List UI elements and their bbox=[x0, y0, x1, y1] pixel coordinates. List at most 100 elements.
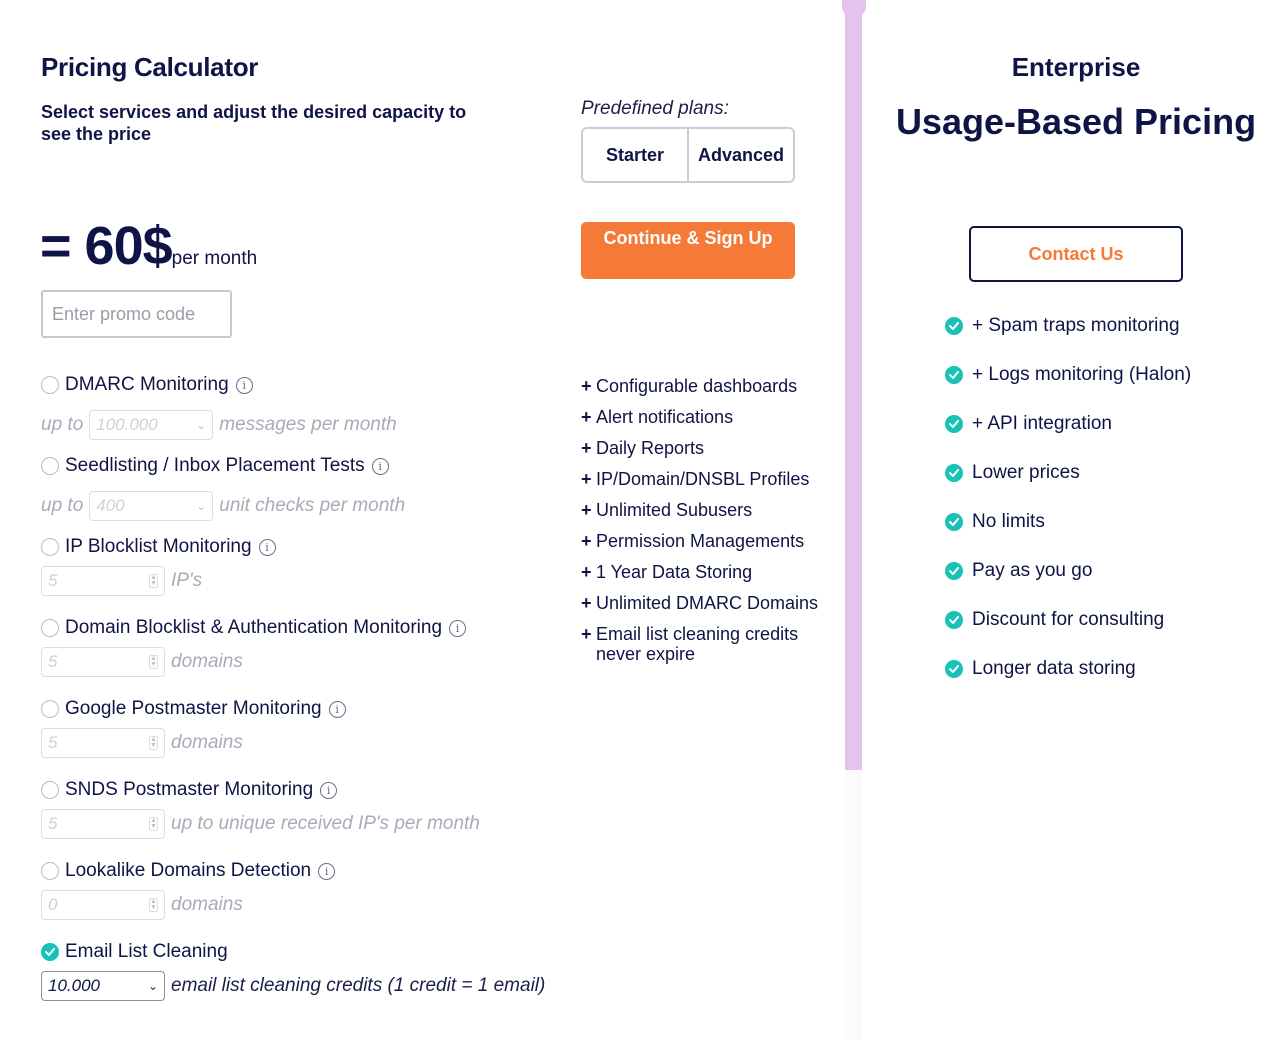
capacity-number-input[interactable]: 5 ▲ ▼ bbox=[41, 647, 165, 677]
feature-label: Configurable dashboards bbox=[596, 376, 798, 396]
check-circle-icon[interactable] bbox=[41, 943, 59, 961]
capacity-suffix: domains bbox=[171, 651, 243, 672]
predefined-plans-group: Starter Advanced bbox=[581, 127, 795, 183]
service-radio[interactable] bbox=[41, 862, 59, 880]
plus-icon: + bbox=[581, 469, 592, 489]
feature-list: + Configurable dashboards + Alert notificat… bbox=[581, 376, 821, 675]
plus-icon: + bbox=[581, 624, 592, 644]
info-icon[interactable]: i bbox=[320, 781, 338, 799]
chevron-down-icon: ⌄ bbox=[147, 979, 158, 993]
enterprise-benefit-item: No limits bbox=[945, 509, 1191, 535]
plan-starter-button[interactable]: Starter bbox=[583, 129, 687, 181]
plus-icon: + bbox=[581, 562, 592, 582]
service-item: Email List Cleaning 10.000 ⌄ email list cle… bbox=[41, 941, 545, 1001]
feature-label: Daily Reports bbox=[596, 438, 705, 458]
check-circle-icon bbox=[945, 611, 963, 629]
info-icon[interactable]: i bbox=[449, 619, 467, 637]
stepper-icon[interactable]: ▲ ▼ bbox=[149, 736, 158, 750]
info-icon[interactable]: i bbox=[328, 700, 346, 718]
feature-label: IP/Domain/DNSBL Profiles bbox=[596, 469, 810, 489]
capacity-select[interactable]: 100.000 ⌄ bbox=[89, 410, 214, 440]
check-circle-icon bbox=[945, 562, 963, 580]
contact-us-button[interactable]: Contact Us bbox=[969, 226, 1183, 282]
stepper-icon[interactable]: ▲ ▼ bbox=[149, 898, 158, 912]
service-name: Seedlisting / Inbox Placement Tests bbox=[65, 455, 365, 476]
service-name: Email List Cleaning bbox=[65, 941, 228, 962]
check-circle-icon bbox=[945, 513, 963, 531]
capacity-number-input[interactable]: 5 ▲ ▼ bbox=[41, 566, 165, 596]
benefit-label: + Logs monitoring (Halon) bbox=[972, 364, 1192, 385]
enterprise-headline: Usage-Based Pricing bbox=[895, 101, 1257, 142]
capacity-value: 5 bbox=[48, 733, 58, 752]
plan-advanced-button[interactable]: Advanced bbox=[687, 129, 793, 181]
service-item: SNDS Postmaster Monitoring i 5 ▲ ▼ up to uniq… bbox=[41, 779, 480, 839]
feature-item: + Configurable dashboards bbox=[581, 376, 821, 396]
capacity-value: 10.000 bbox=[48, 976, 100, 995]
check-circle-icon bbox=[945, 366, 963, 384]
feature-item: +1 Year Data Storing bbox=[581, 562, 821, 582]
feature-label: Email list cleaning credits never expire bbox=[596, 624, 799, 664]
service-radio[interactable] bbox=[41, 700, 59, 718]
continue-signup-button[interactable]: Continue & Sign Up bbox=[581, 222, 795, 279]
page-subtitle: Select services and adjust the desired c… bbox=[41, 102, 467, 144]
feature-item: + Daily Reports bbox=[581, 438, 821, 458]
capacity-suffix: unit checks per month bbox=[219, 495, 406, 516]
service-name: Lookalike Domains Detection bbox=[65, 860, 312, 881]
column-divider-fade bbox=[845, 770, 862, 1040]
plus-icon: + bbox=[581, 407, 592, 427]
info-icon[interactable]: i bbox=[318, 862, 336, 880]
service-radio[interactable] bbox=[41, 538, 59, 556]
service-item: Google Postmaster Monitoring i 5 ▲ ▼ domains bbox=[41, 698, 346, 758]
feature-item: + Unlimited DMARC Domains bbox=[581, 593, 821, 613]
total-price: = 60$per month bbox=[40, 215, 257, 290]
feature-item: + Email list cleaning credits never expir… bbox=[581, 624, 821, 664]
service-radio[interactable] bbox=[41, 781, 59, 799]
benefit-label: Pay as you go bbox=[972, 560, 1093, 581]
capacity-number-input[interactable]: 5 ▲ ▼ bbox=[41, 809, 165, 839]
capacity-prefix: up to bbox=[41, 414, 84, 435]
stepper-icon[interactable]: ▲ ▼ bbox=[149, 817, 158, 831]
feature-label: Permission Managements bbox=[596, 531, 805, 551]
enterprise-benefit-item: + Spam traps monitoring bbox=[945, 313, 1191, 339]
check-circle-icon bbox=[945, 464, 963, 482]
service-radio[interactable] bbox=[41, 376, 59, 394]
capacity-select[interactable]: 400 ⌄ bbox=[89, 491, 214, 521]
enterprise-benefit-item: Longer data storing bbox=[945, 656, 1191, 682]
capacity-value: 400 bbox=[96, 496, 125, 515]
capacity-number-input[interactable]: 5 ▲ ▼ bbox=[41, 728, 165, 758]
capacity-number-input[interactable]: 0 ▲ ▼ bbox=[41, 890, 165, 920]
capacity-value: 5 bbox=[48, 652, 58, 671]
check-circle-icon bbox=[945, 660, 963, 678]
plus-icon: + bbox=[581, 593, 592, 613]
plus-icon: + bbox=[581, 376, 592, 396]
benefit-label: + API integration bbox=[972, 413, 1112, 434]
info-icon[interactable]: i bbox=[371, 457, 389, 475]
service-item: DMARC Monitoring i up to 100.000 ⌄ messages p… bbox=[41, 374, 397, 440]
service-name: DMARC Monitoring bbox=[65, 374, 229, 395]
capacity-suffix: IP's bbox=[171, 570, 203, 591]
enterprise-benefit-item: + API integration bbox=[945, 411, 1191, 437]
page-title: Pricing Calculator bbox=[41, 52, 259, 82]
feature-label: 1 Year Data Storing bbox=[596, 562, 753, 582]
stepper-icon[interactable]: ▲ ▼ bbox=[149, 574, 158, 588]
service-name: SNDS Postmaster Monitoring bbox=[65, 779, 314, 800]
enterprise-benefit-item: Lower prices bbox=[945, 460, 1191, 486]
service-item: Domain Blocklist & Authentication Monito… bbox=[41, 617, 467, 677]
enterprise-title: Enterprise bbox=[1011, 52, 1141, 82]
feature-item: + Alert notifications bbox=[581, 407, 821, 427]
info-icon[interactable]: i bbox=[258, 538, 276, 556]
price-amount: = 60$ bbox=[40, 216, 173, 276]
capacity-suffix: domains bbox=[171, 732, 243, 753]
capacity-select[interactable]: 10.000 ⌄ bbox=[41, 971, 165, 1001]
benefit-label: Longer data storing bbox=[972, 658, 1136, 679]
service-radio[interactable] bbox=[41, 457, 59, 475]
benefit-label: Discount for consulting bbox=[972, 609, 1165, 630]
info-icon[interactable]: i bbox=[235, 376, 253, 394]
service-name: Domain Blocklist & Authentication Monito… bbox=[65, 617, 443, 638]
plus-icon: + bbox=[581, 438, 592, 458]
enterprise-benefit-item: + Logs monitoring (Halon) bbox=[945, 362, 1191, 388]
service-radio[interactable] bbox=[41, 619, 59, 637]
enterprise-benefit-item: Pay as you go bbox=[945, 558, 1191, 584]
promo-code-input[interactable] bbox=[41, 290, 232, 338]
stepper-icon[interactable]: ▲ ▼ bbox=[149, 655, 158, 669]
